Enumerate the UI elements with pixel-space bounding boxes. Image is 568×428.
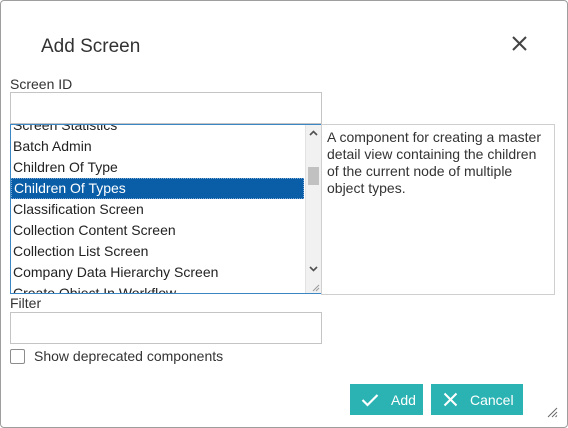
add-screen-dialog: Add Screen Screen ID Screen Statistics Ba…	[0, 0, 568, 428]
list-item[interactable]: Children Of Type	[11, 157, 307, 178]
list-item[interactable]: Batch Admin	[11, 136, 307, 157]
list-item[interactable]: Classification Screen	[11, 199, 307, 220]
list-item[interactable]: Create Object In Workflow	[11, 283, 307, 293]
filter-input[interactable]	[10, 312, 322, 344]
resize-grip-icon[interactable]	[311, 283, 320, 292]
chevron-down-icon	[309, 266, 318, 272]
list-item[interactable]: Children Of Types	[11, 178, 304, 199]
screen-id-label: Screen ID	[10, 76, 73, 92]
dialog-title: Add Screen	[41, 36, 141, 57]
list-item[interactable]: Screen Statistics	[11, 125, 307, 136]
list-item[interactable]: Collection Content Screen	[11, 220, 307, 241]
screen-id-input[interactable]	[10, 92, 322, 124]
show-deprecated-checkbox[interactable]	[10, 349, 25, 364]
check-icon	[361, 393, 379, 407]
scroll-down-arrow[interactable]	[306, 262, 321, 276]
scroll-thumb[interactable]	[308, 167, 319, 185]
cancel-button-label: Cancel	[470, 391, 514, 408]
chevron-up-icon	[309, 130, 318, 136]
component-list: Screen Statistics Batch Admin Children Of …	[11, 125, 307, 293]
filter-label: Filter	[10, 295, 42, 311]
list-item[interactable]: Collection List Screen	[11, 241, 307, 262]
close-icon	[512, 36, 527, 51]
add-button-label: Add	[391, 391, 416, 408]
component-description: A component for creating a master detail…	[321, 124, 555, 295]
dialog-resize-grip-icon[interactable]	[546, 406, 558, 418]
add-button[interactable]: Add	[350, 384, 423, 415]
cancel-button[interactable]: Cancel	[431, 384, 523, 415]
list-item[interactable]: Company Data Hierarchy Screen	[11, 262, 307, 283]
component-listbox[interactable]: Screen Statistics Batch Admin Children Of …	[10, 124, 322, 294]
close-button[interactable]	[509, 33, 531, 55]
show-deprecated-label: Show deprecated components	[34, 348, 224, 364]
x-icon	[443, 392, 458, 407]
list-scrollbar[interactable]	[305, 125, 321, 293]
scroll-up-arrow[interactable]	[306, 126, 321, 140]
